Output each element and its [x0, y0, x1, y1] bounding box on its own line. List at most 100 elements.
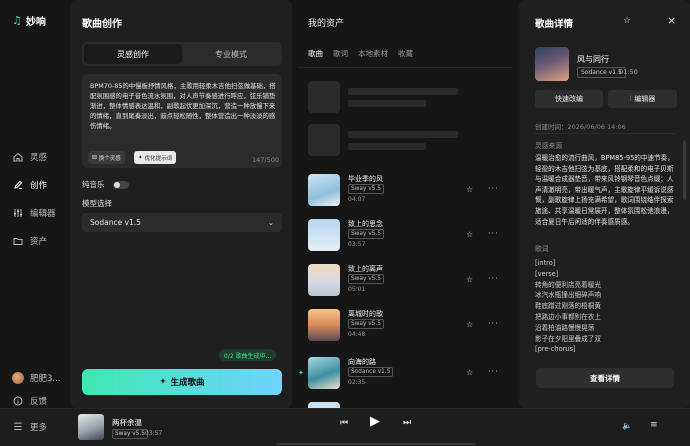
next-icon[interactable]: ⏭ [403, 418, 411, 428]
track-duration: 03:57 [348, 241, 366, 248]
panel-title: 歌曲创作 [82, 19, 122, 30]
view-details-button[interactable]: 查看详情 [536, 368, 674, 388]
nav-item-editor[interactable]: 编辑器 [12, 207, 56, 219]
track-name: 毕业季的风 [348, 175, 383, 183]
star-icon[interactable]: ☆ [623, 16, 631, 26]
char-counter: 147/500 [252, 156, 280, 164]
star-icon[interactable]: ☆ [466, 230, 473, 239]
track-duration: 05:01 [348, 286, 366, 293]
home-icon [12, 151, 24, 163]
btn-label: 编辑器 [634, 95, 656, 103]
feedback-link[interactable]: 反馈 [12, 395, 47, 407]
more-icon[interactable]: ··· [488, 367, 499, 376]
brand[interactable]: ♫ 妙响 [12, 13, 46, 28]
created-time: 创建时间：2026/06/06 14:06 [535, 123, 626, 131]
nav-item-inspiration[interactable]: 灵感 [12, 151, 47, 163]
tab-songs[interactable]: 歌曲 [308, 48, 323, 59]
star-icon[interactable]: ☆ [466, 368, 473, 377]
player-cover [78, 414, 104, 440]
info-icon [12, 395, 24, 407]
generate-button[interactable]: ✦ 生成歌曲 [82, 369, 282, 395]
tab-pro-mode[interactable]: 专业模式 [182, 44, 280, 64]
more-icon[interactable]: ··· [488, 229, 499, 238]
chip-label: 换个灵感 [98, 155, 121, 162]
more-link[interactable]: ☰ 更多 [12, 421, 48, 434]
play-icon[interactable]: ▶ [370, 414, 380, 429]
track-name: 向海的路 [348, 358, 376, 366]
nav-item-assets[interactable]: 资产 [12, 235, 47, 247]
chevron-down-icon: ⌄ [267, 218, 274, 227]
close-icon[interactable]: × [667, 14, 676, 27]
volume-icon[interactable]: 🔈 [622, 421, 632, 430]
track-duration: 04:48 [348, 331, 366, 338]
track-row[interactable]: 毕业季的风 Sway v5.5 04:07 ☆ ··· [308, 174, 508, 210]
progress-bar[interactable] [276, 443, 476, 445]
track-cover [308, 357, 340, 389]
playlist-icon[interactable]: ≡ [650, 420, 658, 430]
sparkle-icon: ✦ [159, 377, 167, 387]
pure-music-label: 纯音乐 [82, 180, 105, 189]
more-icon[interactable]: ··· [488, 319, 499, 328]
app-name: 妙响 [25, 17, 46, 28]
inspiration-text: 温暖治愈的流行曲风，BPM85-95的中速节奏，轻盈的木吉他扫弦为基底，搭配柔和… [535, 154, 674, 226]
lyric-line: 影子在夕阳里叠成了双 [535, 334, 601, 343]
lyric-line: 沿着柏油路慢慢晃荡 [535, 323, 595, 332]
tab-local[interactable]: 本地素材 [358, 48, 388, 59]
pure-music-toggle[interactable] [112, 180, 129, 189]
user-profile[interactable]: 肥肥3... [12, 372, 61, 384]
track-cover [308, 309, 340, 341]
more-icon[interactable]: ··· [488, 274, 499, 283]
star-icon[interactable]: ☆ [466, 320, 473, 329]
model-select[interactable]: Sodance v1.5 ⌄ [82, 213, 282, 232]
track-cover [308, 174, 340, 206]
lyrics-block: [intro] [verse] 转角的便利店亮着暖光 冰汽水瓶撞出细碎声响 鞋底… [535, 258, 677, 355]
generation-queue-badge[interactable]: 0/2 歌曲生成中... [219, 349, 277, 361]
track-name: 离城时的歌 [348, 310, 383, 318]
prompt-text[interactable]: BPM70-85的中慢板抒情风格，主歌用轻柔木吉他扫弦做基础，搭配氛围感的电子音… [90, 81, 276, 131]
model-badge: Sway v5.5 [348, 319, 384, 329]
previous-icon[interactable]: ⏮ [340, 418, 348, 428]
editor-button[interactable]: ⫶ 编辑器 [608, 90, 677, 108]
star-icon[interactable]: ☆ [466, 275, 473, 284]
optimize-prompt-button[interactable]: ✦ 优化提示词 [134, 151, 177, 164]
quick-adapt-button[interactable]: 快速改编 [535, 90, 603, 108]
song-duration: 01:50 [619, 68, 638, 76]
track-row[interactable]: 致上的离声 Sway v5.5 05:01 ☆ ··· [308, 264, 508, 300]
model-badge: Sway v5.5 [112, 429, 148, 439]
tab-favorites[interactable]: 收藏 [398, 48, 413, 59]
lyric-line: [verse] [535, 269, 559, 278]
star-icon[interactable]: ☆ [466, 185, 473, 194]
music-note-icon: ♫ [12, 14, 22, 27]
inspiration-label: 灵感来源 [535, 142, 563, 150]
scrollbar[interactable] [683, 140, 686, 200]
lyric-line: 转角的便利店亮着暖光 [535, 280, 601, 289]
more-icon[interactable]: ··· [488, 184, 499, 193]
song-name: 风与同行 [577, 55, 609, 64]
track-row[interactable]: 致上的思念 Sway v5.5 03:57 ☆ ··· [308, 219, 508, 255]
tab-lyrics[interactable]: 歌词 [333, 48, 348, 59]
assets-title: 我的资产 [308, 19, 345, 29]
lyric-line: 把路边小事都别在衣上 [535, 312, 601, 321]
random-inspiration-button[interactable]: ⚄ 换个灵感 [88, 151, 125, 164]
lyrics-label: 歌词 [535, 245, 549, 253]
track-row[interactable]: 离城时的歌 Sway v5.5 04:48 ☆ ··· [308, 309, 508, 345]
track-name: 致上的思念 [348, 220, 383, 228]
lyric-line: [intro] [535, 259, 556, 267]
track-cover [308, 219, 340, 251]
nav-item-create[interactable]: 创作 [12, 179, 47, 191]
tab-inspiration-mode[interactable]: 灵感创作 [84, 44, 182, 64]
folder-icon [12, 235, 24, 247]
menu-icon: ☰ [13, 421, 23, 433]
feedback-label: 反馈 [30, 397, 48, 407]
loading-line [348, 88, 458, 95]
generate-label: 生成歌曲 [170, 378, 205, 388]
track-duration: 04:07 [348, 196, 366, 203]
assets-tabs: 歌曲 歌词 本地素材 收藏 [308, 48, 413, 59]
player-track-name: 两杯余温 [112, 418, 142, 427]
lyric-line: 鞋底蹭过刚落的梧桐黄 [535, 302, 601, 311]
player-time: 03:57 [145, 430, 163, 437]
mode-switch: 灵感创作 专业模式 [82, 42, 282, 66]
sparkle-icon: ✦ [298, 369, 304, 377]
lyric-line: 冰汽水瓶撞出细碎声响 [535, 291, 601, 300]
track-row[interactable]: 向海的路 Sodance v1.5 02:35 ☆ ··· [308, 357, 508, 393]
